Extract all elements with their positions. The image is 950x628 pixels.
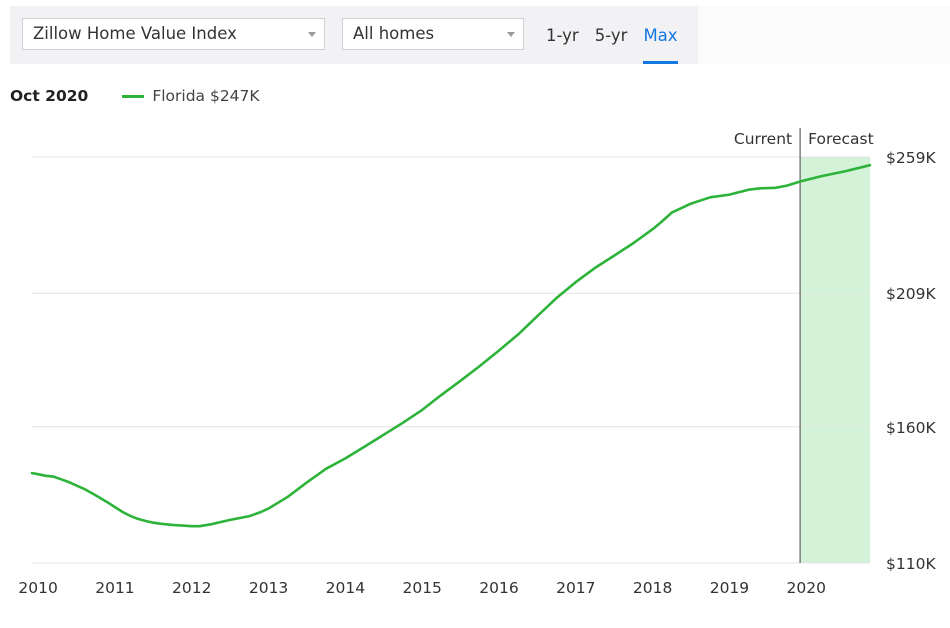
forecast-band xyxy=(800,157,870,563)
x-tick-label: 2012 xyxy=(172,579,211,597)
x-tick-label: 2013 xyxy=(249,579,288,597)
chart-legend: Oct 2020 Florida $247K xyxy=(10,84,260,108)
x-tick-label: 2011 xyxy=(95,579,134,597)
range-tabs: 1-yr 5-yr Max xyxy=(538,6,686,64)
forecast-label: Forecast xyxy=(808,130,874,148)
x-tick-label: 2014 xyxy=(326,579,365,597)
tab-1-yr[interactable]: 1-yr xyxy=(546,6,579,64)
x-tick-label: 2020 xyxy=(787,579,826,597)
home-type-select[interactable]: All homes xyxy=(342,18,524,50)
y-tick-label: $209K xyxy=(886,285,936,303)
x-tick-label: 2018 xyxy=(633,579,672,597)
tab-5-yr[interactable]: 5-yr xyxy=(595,6,628,64)
line-chart: $259K $209K $160K $110K 2010 2011 2012 2013 2014… xyxy=(18,128,936,597)
legend-date: Oct 2020 xyxy=(10,87,89,105)
legend-series-label: Florida $247K xyxy=(152,87,260,105)
metric-select[interactable]: Zillow Home Value Index xyxy=(22,18,325,50)
chevron-down-icon xyxy=(308,32,316,37)
y-tick-label: $110K xyxy=(886,555,936,573)
x-tick-label: 2019 xyxy=(710,579,749,597)
x-tick-label: 2015 xyxy=(402,579,441,597)
tab-max[interactable]: Max xyxy=(643,6,678,64)
series-line xyxy=(30,163,872,528)
legend-line-swatch xyxy=(122,94,145,98)
toolbar-right-panel xyxy=(698,6,950,64)
current-label: Current xyxy=(734,130,792,148)
chart-toolbar: Zillow Home Value Index All homes 1-yr 5… xyxy=(10,6,950,64)
x-tick-label: 2010 xyxy=(18,579,57,597)
x-tick-label: 2017 xyxy=(556,579,595,597)
metric-select-value: Zillow Home Value Index xyxy=(33,24,237,43)
y-tick-label: $259K xyxy=(886,149,936,167)
home-type-select-value: All homes xyxy=(353,24,435,43)
chevron-down-icon xyxy=(507,32,515,37)
y-tick-label: $160K xyxy=(886,419,936,437)
x-tick-label: 2016 xyxy=(479,579,518,597)
